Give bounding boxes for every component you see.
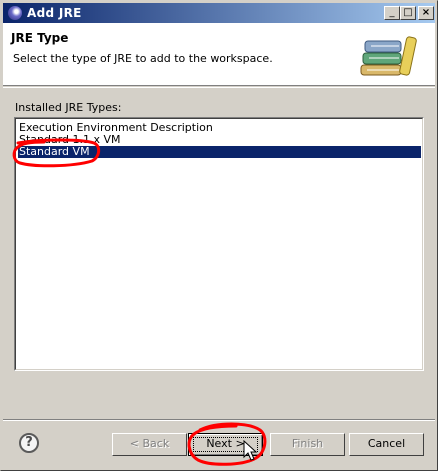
wizard-header: JRE Type Select the type of JRE to add t…	[3, 23, 435, 86]
next-button-label: Next >	[206, 437, 245, 450]
header-separator	[3, 87, 435, 88]
back-button[interactable]: < Back	[112, 433, 187, 456]
help-icon[interactable]: ?	[19, 433, 39, 453]
jre-types-list[interactable]: Execution Environment Description Standa…	[14, 117, 424, 371]
maximize-button[interactable]: □	[400, 6, 416, 20]
minimize-button[interactable]: _	[384, 6, 400, 20]
title-bar[interactable]: Add JRE _ □ ×	[3, 3, 435, 23]
cancel-button[interactable]: Cancel	[349, 433, 424, 456]
page-title: JRE Type	[11, 31, 69, 45]
books-icon	[360, 36, 417, 76]
eclipse-icon	[8, 6, 22, 20]
finish-button[interactable]: Finish	[270, 433, 345, 456]
mouse-cursor-icon	[243, 440, 258, 461]
add-jre-dialog: Add JRE _ □ × JRE Type Select the type o…	[0, 0, 438, 471]
installed-types-label: Installed JRE Types:	[15, 101, 122, 114]
page-description: Select the type of JRE to add to the wor…	[13, 52, 273, 65]
list-item-standard-vm[interactable]: Standard VM	[18, 146, 421, 158]
close-button[interactable]: ×	[418, 6, 434, 20]
window-title: Add JRE	[27, 6, 82, 20]
